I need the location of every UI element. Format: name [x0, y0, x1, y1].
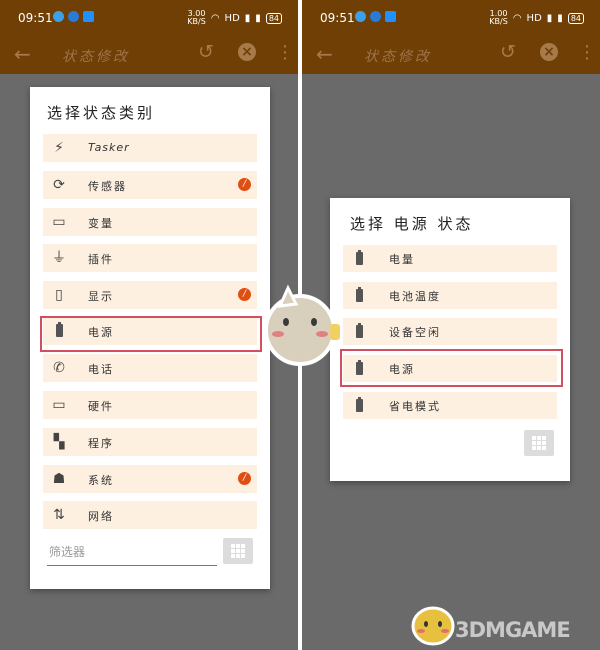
grid-icon [231, 544, 245, 558]
watermark: 3DMGAME [455, 618, 571, 642]
tag-icon: ▭ [52, 214, 66, 230]
close-icon[interactable]: × [540, 43, 558, 61]
logo-mascot-icon [411, 606, 455, 646]
battery-icon [51, 322, 67, 339]
android-icon: ☗ [52, 471, 66, 487]
category-item-tasker[interactable]: ⚡ Tasker [43, 134, 257, 162]
more-vert-icon[interactable]: ⋮ [578, 42, 596, 63]
category-item-network[interactable]: ⇅ 网络 [43, 501, 257, 529]
status-bar: 09:51 3.00 KB/S ◠ HD ▮ ▮ 84 [0, 0, 298, 36]
wifi-icon: ◠ [512, 12, 522, 24]
notification-app-icon [355, 11, 366, 22]
back-arrow-icon[interactable]: ← [14, 42, 31, 66]
wifi-icon: ◠ [210, 12, 220, 24]
category-item-system[interactable]: ☗ 系统 / [43, 465, 257, 493]
category-item-app[interactable]: ▚ 程序 [43, 428, 257, 456]
apps-icon: ▚ [53, 434, 65, 450]
hd-label: HD [526, 12, 542, 24]
undo-icon[interactable]: ↺ [198, 41, 214, 63]
notification-app-icon [385, 11, 396, 22]
lightning-icon: ⚡ [54, 140, 64, 156]
select-state-category-dialog: 选择状态类别 ⚡ Tasker ⟳ 传感器 / ▭ 变量 ⏚ 插件 ▯ 显示 /… [30, 87, 270, 589]
grid-view-button[interactable] [524, 430, 554, 456]
signal-icon: ▮ [255, 12, 261, 24]
network-speed: 1.00 KB/S [489, 9, 508, 26]
warning-badge: / [238, 178, 251, 191]
battery-icon [351, 360, 367, 377]
app-bar: ← 状态修改 ↺ × ⋮ [302, 36, 600, 74]
close-icon[interactable]: × [238, 43, 256, 61]
signal-icon: ▮ [546, 12, 553, 24]
notification-app-icon [370, 11, 381, 22]
app-bar: ← 状态修改 ↺ × ⋮ [0, 36, 298, 74]
signal-icon: ▮ [244, 12, 251, 24]
category-item-phone[interactable]: ✆ 电话 [43, 354, 257, 382]
notification-icons [53, 11, 94, 22]
notification-app-icon [53, 11, 64, 22]
battery-icon [351, 323, 367, 340]
category-item-display[interactable]: ▯ 显示 / [43, 281, 257, 309]
warning-badge: / [238, 472, 251, 485]
warning-badge: / [238, 288, 251, 301]
status-time: 09:51 [320, 11, 355, 25]
phone-call-icon: ✆ [53, 360, 65, 376]
filter-input[interactable] [47, 539, 217, 566]
category-item-power[interactable]: 电源 [43, 317, 257, 345]
status-time: 09:51 [18, 11, 53, 25]
category-item-sensor[interactable]: ⟳ 传感器 / [43, 171, 257, 199]
rotate-screen-icon: ⟳ [53, 177, 65, 193]
grid-icon [532, 436, 546, 450]
notification-app-icon [68, 11, 79, 22]
battery-icon [351, 287, 367, 304]
power-item-power-saving-mode[interactable]: 省电模式 [343, 392, 557, 419]
network-speed: 3.00 KB/S [187, 9, 206, 26]
power-item-battery-temperature[interactable]: 电池温度 [343, 282, 557, 309]
signal-icon: ▮ [557, 12, 563, 24]
dialog-title: 选择 电源 状态 [350, 215, 474, 233]
mascot-sticker-icon [264, 284, 340, 366]
category-item-plugin[interactable]: ⏚ 插件 [43, 244, 257, 272]
battery-icon [351, 250, 367, 267]
power-item-battery-level[interactable]: 电量 [343, 245, 557, 272]
app-bar-title: 状态修改 [62, 49, 130, 65]
laptop-icon: ▭ [52, 397, 66, 413]
power-item-device-idle[interactable]: 设备空闲 [343, 318, 557, 345]
status-bar: 09:51 1.00 KB/S ◠ HD ▮ ▮ 84 [302, 0, 600, 36]
system-icons: 3.00 KB/S ◠ HD ▮ ▮ 84 [187, 10, 282, 26]
select-power-state-dialog: 选择 电源 状态 电量 电池温度 设备空闲 电源 省电模式 [330, 198, 570, 481]
phone-icon: ▯ [55, 287, 63, 303]
category-item-hardware[interactable]: ▭ 硬件 [43, 391, 257, 419]
more-vert-icon[interactable]: ⋮ [276, 42, 294, 63]
data-arrows-icon: ⇅ [53, 507, 65, 523]
app-bar-title: 状态修改 [364, 49, 432, 65]
battery-indicator: 84 [265, 12, 282, 24]
notification-app-icon [83, 11, 94, 22]
hd-label: HD [224, 12, 240, 24]
category-item-variable[interactable]: ▭ 变量 [43, 208, 257, 236]
notification-icons [355, 11, 396, 22]
battery-indicator: 84 [567, 12, 584, 24]
undo-icon[interactable]: ↺ [500, 41, 516, 63]
system-icons: 1.00 KB/S ◠ HD ▮ ▮ 84 [489, 10, 584, 26]
dialog-title: 选择状态类别 [47, 104, 156, 122]
power-item-power[interactable]: 电源 [343, 355, 557, 382]
back-arrow-icon[interactable]: ← [316, 42, 333, 66]
grid-view-button[interactable] [223, 538, 253, 564]
plug-icon: ⏚ [52, 250, 66, 266]
battery-icon [351, 397, 367, 414]
